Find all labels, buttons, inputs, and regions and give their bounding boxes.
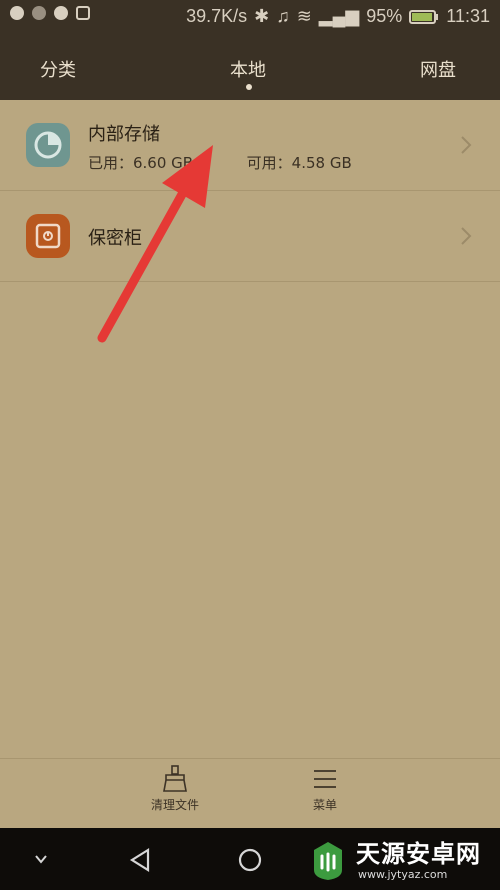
battery-icon: [409, 9, 439, 24]
bluetooth-icon: ✱: [254, 6, 270, 26]
watermark-url: www.jytyaz.com: [358, 868, 448, 881]
watermark: 天源安卓网 www.jytyaz.com: [300, 828, 500, 890]
status-bar: 39.7K/s ✱ ♫ ≋ ▂▄▆ 95% 11:31: [0, 0, 500, 36]
safe-title: 保密柜: [88, 228, 142, 249]
image-icon: [76, 6, 90, 20]
menu-label: 菜单: [312, 798, 337, 812]
safe-icon: [26, 214, 70, 258]
wifi-icon: ≋: [296, 6, 312, 26]
headphones-icon: ♫: [276, 6, 290, 26]
chevron-right-icon: [461, 227, 472, 245]
status-right: 39.7K/s ✱ ♫ ≋ ▂▄▆ 95% 11:31: [186, 6, 490, 27]
bottom-action-bar: 清理文件 菜单: [0, 758, 500, 829]
tab-bar: 分类 本地 网盘: [0, 36, 500, 100]
chevron-right-icon: [461, 136, 472, 154]
tab-categories[interactable]: 分类: [40, 56, 76, 82]
menu-icon: [314, 770, 336, 788]
menu-button[interactable]: 菜单: [275, 765, 375, 813]
active-tab-indicator: [246, 84, 252, 90]
clean-files-label: 清理文件: [150, 798, 199, 812]
storage-used: 已用：6.60 GB: [88, 154, 194, 172]
watermark-title: 天源安卓网: [356, 840, 481, 868]
broom-icon: [163, 765, 187, 792]
tab-cloud-drive[interactable]: 网盘: [420, 56, 456, 82]
list-item-internal-storage[interactable]: 内部存储 已用：6.60 GB 可用：4.58 GB: [0, 100, 500, 191]
signal-icon: ▂▄▆: [318, 6, 360, 26]
home-button[interactable]: [236, 846, 264, 874]
clean-files-button[interactable]: 清理文件: [125, 765, 225, 813]
storage-usage: 已用：6.60 GB 可用：4.58 GB: [88, 152, 352, 173]
clock: 11:31: [446, 6, 490, 26]
list-item-safe[interactable]: 保密柜: [0, 191, 500, 282]
storage-list: 内部存储 已用：6.60 GB 可用：4.58 GB 保密柜: [0, 100, 500, 282]
battery-percent: 95%: [366, 6, 403, 26]
network-speed: 39.7K/s: [186, 6, 248, 26]
notification-icon: [10, 6, 24, 20]
pie-chart-icon: [26, 123, 70, 167]
tab-local[interactable]: 本地: [230, 56, 266, 82]
notification-icon: [32, 6, 46, 20]
watermark-logo: [314, 842, 342, 880]
storage-title: 内部存储: [88, 124, 160, 145]
storage-available: 可用：4.58 GB: [246, 154, 352, 172]
pause-icon: [54, 6, 68, 20]
chevron-down-icon[interactable]: [34, 852, 48, 866]
status-left: [10, 6, 90, 20]
back-button[interactable]: [126, 846, 154, 874]
